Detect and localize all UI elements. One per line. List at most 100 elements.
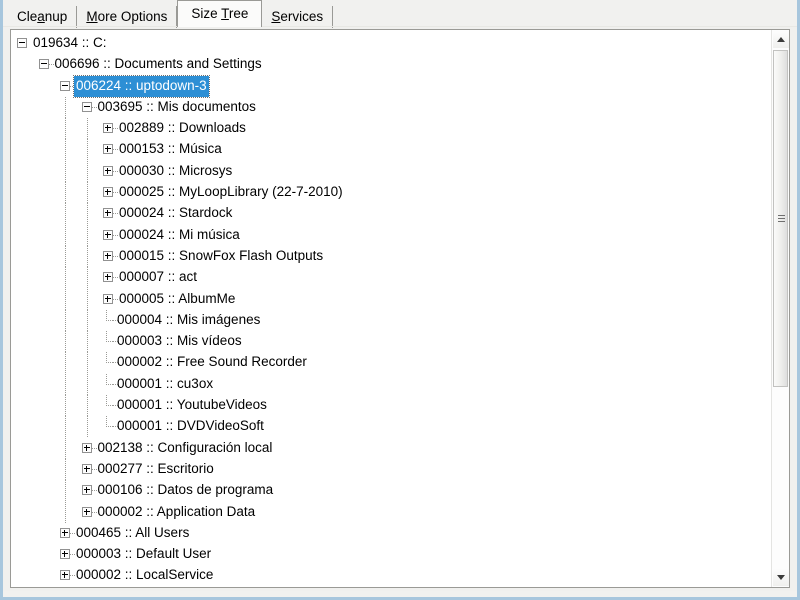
tab-size-tree[interactable]: Size Tree (177, 0, 263, 27)
expand-node-icon[interactable] (81, 442, 92, 453)
collapse-node-icon[interactable] (17, 38, 27, 48)
tree-row[interactable]: 000001 :: YoutubeVideos (11, 395, 771, 417)
tree-guide-line (86, 331, 88, 353)
scroll-down-button[interactable] (773, 569, 789, 586)
tree-row[interactable]: 000001 :: cu3ox (11, 373, 771, 396)
tree-row[interactable]: 000030 :: Microsys (11, 160, 771, 183)
tree-row-label[interactable]: 000465 :: All Users (74, 523, 191, 544)
tree-row[interactable]: 000007 :: act (11, 267, 771, 289)
expand-node-icon[interactable] (81, 506, 92, 517)
tree-row-label[interactable]: 000004 :: Mis imágenes (115, 310, 262, 331)
expand-node-icon[interactable] (103, 165, 113, 176)
tree-guide-line (86, 160, 88, 183)
tree-guide-line (65, 267, 66, 289)
vertical-scrollbar[interactable] (771, 30, 789, 587)
tree-row-label[interactable]: 000025 :: MyLoopLibrary (22-7-2010) (117, 182, 345, 203)
tree-row-label[interactable]: 000003 :: Default User (74, 544, 213, 565)
tree-guide-line (86, 203, 88, 225)
triangle-up-icon (777, 37, 785, 42)
expand-node-icon[interactable] (103, 144, 113, 155)
tab-more-options[interactable]: More Options (77, 6, 178, 28)
tree-view[interactable]: 019634 :: C: 006696 :: Documents and Sett… (11, 30, 771, 587)
tree-row[interactable]: 000002 :: Application Data (11, 501, 771, 523)
size-tree-panel: 019634 :: C: 006696 :: Documents and Sett… (10, 29, 790, 588)
tree-row[interactable]: 000025 :: MyLoopLibrary (22-7-2010) (11, 182, 771, 204)
tree-guide-line (65, 416, 66, 438)
collapse-node-icon[interactable] (60, 80, 70, 91)
tree-row-label[interactable]: 000001 :: YoutubeVideos (115, 395, 269, 416)
expand-node-icon[interactable] (103, 187, 113, 198)
expand-node-icon[interactable] (60, 570, 70, 581)
tree-row-label[interactable]: 000007 :: act (117, 267, 199, 288)
tree-row[interactable]: 019634 :: C: (11, 33, 771, 54)
tree-row-label[interactable]: 000002 :: LocalService (74, 565, 215, 586)
tree-row-label[interactable]: 002138 :: Configuración local (96, 438, 275, 459)
tree-row-label[interactable]: 000024 :: Mi música (117, 225, 242, 246)
tree-guide-line (65, 373, 66, 396)
tree-row-label[interactable]: 006224 :: uptodown-3 (73, 74, 210, 98)
tree-row-label[interactable]: 019634 :: C: (31, 33, 109, 54)
expand-node-icon[interactable] (103, 208, 113, 219)
tree-row[interactable]: 000024 :: Mi música (11, 224, 771, 246)
tree-row[interactable]: 000005 :: AlbumMe (11, 288, 771, 310)
tree-row-label[interactable]: 003695 :: Mis documentos (96, 97, 258, 118)
tree-guide-line (65, 160, 66, 183)
tree-row-label[interactable]: 000005 :: AlbumMe (117, 289, 237, 310)
tree-leaf-connector (106, 426, 113, 428)
scroll-up-button[interactable] (773, 31, 789, 48)
tree-row-label[interactable]: 000001 :: cu3ox (115, 374, 215, 395)
tree-row[interactable]: 000002 :: Free Sound Recorder (11, 352, 771, 374)
expand-node-icon[interactable] (103, 250, 113, 261)
tree-row[interactable]: 002138 :: Configuración local (11, 437, 771, 459)
tab-services[interactable]: Services (262, 6, 334, 28)
tree-row[interactable]: 000003 :: Default User (11, 544, 771, 565)
tree-row-label[interactable]: 000106 :: Datos de programa (96, 480, 276, 501)
tree-row-label[interactable]: 000024 :: Stardock (117, 203, 234, 224)
tree-guide-line (86, 224, 88, 246)
tree-guide-line (65, 139, 66, 161)
tree-row-label[interactable]: 000277 :: Escritorio (96, 459, 216, 480)
expand-node-icon[interactable] (103, 272, 113, 283)
tab-label: Size Tree (191, 6, 249, 21)
scrollbar-thumb[interactable] (773, 50, 788, 387)
tree-row[interactable]: 000003 :: Mis vídeos (11, 331, 771, 353)
tab-cleanup[interactable]: Cleanup (8, 6, 78, 28)
tree-row-label[interactable]: 000015 :: SnowFox Flash Outputs (117, 246, 325, 267)
tree-row-label[interactable]: 000030 :: Microsys (117, 161, 234, 182)
collapse-node-icon[interactable] (38, 59, 49, 70)
tree-row-label[interactable]: 000003 :: Mis vídeos (115, 331, 244, 352)
expand-node-icon[interactable] (103, 229, 113, 240)
tree-row-label[interactable]: 002889 :: Downloads (117, 118, 248, 139)
expand-node-icon[interactable] (103, 123, 113, 134)
tree-row[interactable]: 000001 :: DVDVideoSoft (11, 416, 771, 438)
tree-row-label[interactable]: 000002 :: Application Data (96, 502, 258, 523)
expand-node-icon[interactable] (81, 463, 92, 474)
tree-row[interactable]: 006696 :: Documents and Settings (11, 54, 771, 75)
expand-node-icon[interactable] (81, 485, 92, 496)
expand-node-icon[interactable] (103, 293, 113, 304)
tree-row[interactable]: 000015 :: SnowFox Flash Outputs (11, 245, 771, 268)
tab-label: Cleanup (17, 9, 68, 24)
tree-row[interactable]: 000153 :: Música (11, 139, 771, 161)
tree-row[interactable]: 006224 :: uptodown-3 (11, 74, 771, 98)
tree-row-label[interactable]: 006696 :: Documents and Settings (53, 54, 264, 75)
tree-row[interactable]: 003695 :: Mis documentos (11, 96, 771, 119)
tree-row[interactable]: 000277 :: Escritorio (11, 458, 771, 481)
expand-node-icon[interactable] (60, 527, 70, 538)
tree-row[interactable]: 000465 :: All Users (11, 523, 771, 544)
tree-guide-line (86, 139, 88, 161)
expand-node-icon[interactable] (60, 549, 70, 560)
tree-row[interactable]: 002889 :: Downloads (11, 118, 771, 140)
tree-row-label[interactable]: 000153 :: Música (117, 139, 224, 160)
tree-guide-line (65, 501, 66, 523)
tab-label: Services (271, 9, 324, 24)
tree-guide-line (86, 416, 88, 438)
tree-row[interactable]: 000024 :: Stardock (11, 203, 771, 225)
tree-row-label[interactable]: 000002 :: Free Sound Recorder (115, 352, 309, 373)
tree-row[interactable]: 000106 :: Datos de programa (11, 480, 771, 502)
tree-guide-line (65, 437, 66, 459)
tree-row-label[interactable]: 000001 :: DVDVideoSoft (115, 416, 266, 437)
tree-row[interactable]: 000002 :: LocalService (11, 565, 771, 586)
collapse-node-icon[interactable] (81, 101, 92, 112)
tree-row[interactable]: 000004 :: Mis imágenes (11, 309, 771, 332)
